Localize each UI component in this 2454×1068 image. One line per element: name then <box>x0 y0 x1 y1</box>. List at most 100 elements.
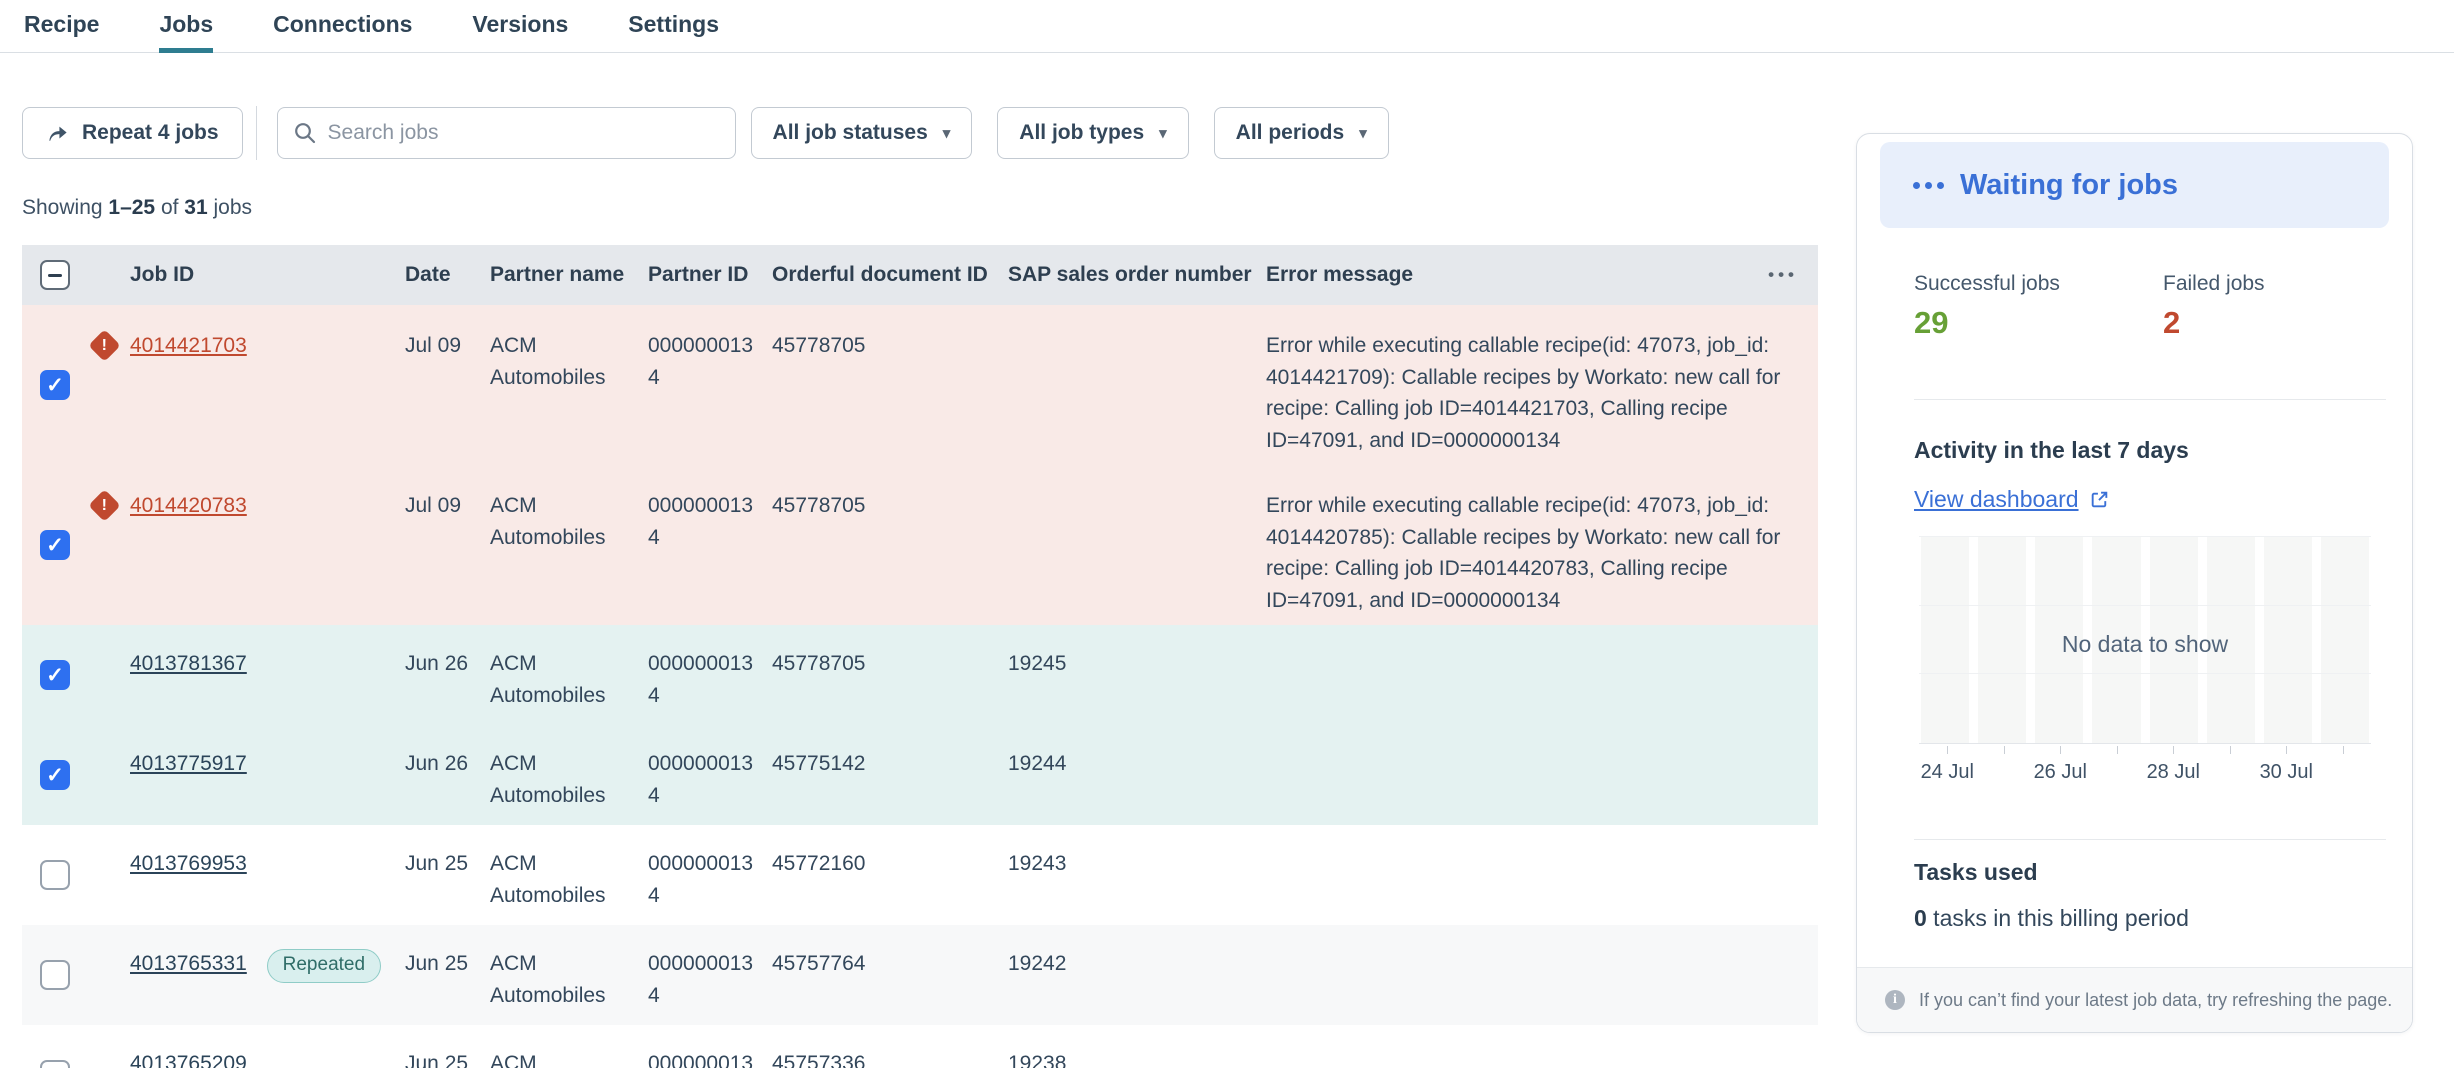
partner-name-cell: ACM Automobiles <box>490 465 648 625</box>
col-header-partner-name: Partner name <box>490 263 648 287</box>
failed-jobs-stat: Failed jobs 2 <box>2163 272 2412 341</box>
date-cell: Jun 26 <box>405 725 490 825</box>
search-input[interactable] <box>328 121 720 145</box>
activity-chart: No data to show <box>1919 536 2371 744</box>
date-cell: Jun 25 <box>405 825 490 925</box>
job-id-link[interactable]: 4013775917 <box>130 752 247 775</box>
date-cell: Jul 09 <box>405 465 490 625</box>
table-body: ! 4014421703 Jul 09 ACM Automobiles 0000… <box>22 305 1818 1068</box>
chart-x-label <box>2202 761 2259 784</box>
external-link-icon <box>2089 489 2110 510</box>
sap-order-number-cell: 19245 <box>1008 625 1266 725</box>
chart-x-label <box>2089 761 2146 784</box>
job-id-cell: ! 4013781367 <box>88 625 405 725</box>
tab-settings[interactable]: Settings <box>628 0 719 53</box>
chart-x-label: 24 Jul <box>1919 761 1976 784</box>
chart-x-label <box>1976 761 2033 784</box>
failed-jobs-label: Failed jobs <box>2163 272 2412 296</box>
orderful-document-id-cell: 45778705 <box>772 465 1008 625</box>
table-row: ! 4014420783 Jul 09 ACM Automobiles 0000… <box>22 465 1818 625</box>
repeat-jobs-button[interactable]: Repeat 4 jobs <box>22 107 243 159</box>
partner-id-cell: 0000000134 <box>648 925 772 1025</box>
job-summary-card: Waiting for jobs Successful jobs 29 Fail… <box>1856 133 2413 1033</box>
date-cell: Jun 26 <box>405 625 490 725</box>
chart-x-labels: 24 Jul26 Jul28 Jul30 Jul <box>1919 761 2371 784</box>
view-dashboard-link[interactable]: View dashboard <box>1914 486 2110 513</box>
row-checkbox[interactable] <box>40 860 70 890</box>
chart-x-axis <box>1919 743 2371 744</box>
sap-order-number-cell <box>1008 465 1266 625</box>
col-header-partner-id: Partner ID <box>648 263 772 287</box>
table-header-row: Job ID Date Partner name Partner ID Orde… <box>22 245 1818 305</box>
error-message-cell <box>1266 725 1818 825</box>
job-type-filter-label: All job types <box>1019 121 1144 145</box>
job-id-link[interactable]: 4013769953 <box>130 852 247 875</box>
repeated-badge: Repeated <box>267 949 381 983</box>
row-checkbox-cell <box>22 725 88 825</box>
column-options-button[interactable]: ••• <box>1768 245 1798 305</box>
orderful-document-id-cell: 45778705 <box>772 625 1008 725</box>
recipe-nav-tabs: Recipe Jobs Connections Versions Setting… <box>0 0 2454 53</box>
job-status-filter[interactable]: All job statuses ▾ <box>751 107 973 159</box>
tab-connections[interactable]: Connections <box>273 0 412 53</box>
chart-gridline <box>1919 673 2371 674</box>
chart-tick <box>2032 745 2089 755</box>
job-id-link[interactable]: 4013781367 <box>130 652 247 675</box>
row-checkbox-cell <box>22 305 88 465</box>
job-id-link[interactable]: 4013765209 <box>130 1052 247 1068</box>
partner-name-cell: ACM Automobiles <box>490 1025 648 1068</box>
repeat-arrow-icon <box>46 122 69 145</box>
tab-jobs[interactable]: Jobs <box>159 0 213 53</box>
orderful-document-id-cell: 45775142 <box>772 725 1008 825</box>
loading-dots-icon <box>1913 182 1944 189</box>
row-checkbox[interactable] <box>40 660 70 690</box>
tab-recipe[interactable]: Recipe <box>24 0 99 53</box>
sap-order-number-cell: 19238 <box>1008 1025 1266 1068</box>
results-total: 31 <box>184 196 207 219</box>
job-type-filter[interactable]: All job types ▾ <box>997 107 1188 159</box>
job-stats: Successful jobs 29 Failed jobs 2 <box>1914 272 2412 341</box>
results-count: Showing 1–25 of 31 jobs <box>22 196 252 220</box>
chevron-down-icon: ▾ <box>943 124 951 142</box>
failed-jobs-value: 2 <box>2163 305 2412 341</box>
tasks-used-title: Tasks used <box>1914 859 2038 886</box>
row-checkbox[interactable] <box>40 1060 70 1068</box>
job-id-cell: ! 4013775917 <box>88 725 405 825</box>
successful-jobs-label: Successful jobs <box>1914 272 2163 296</box>
chart-tick <box>2202 745 2259 755</box>
chevron-down-icon: ▾ <box>1159 124 1167 142</box>
row-checkbox[interactable] <box>40 760 70 790</box>
job-id-cell: ! 4014420783 <box>88 465 405 625</box>
row-checkbox[interactable] <box>40 960 70 990</box>
period-filter[interactable]: All periods ▾ <box>1214 107 1389 159</box>
tab-versions[interactable]: Versions <box>472 0 568 53</box>
chevron-down-icon: ▾ <box>1359 124 1367 142</box>
partner-id-cell: 0000000134 <box>648 305 772 465</box>
select-all-checkbox[interactable] <box>40 260 70 290</box>
job-id-cell: ! 4014421703 <box>88 305 405 465</box>
jobs-toolbar: Repeat 4 jobs All job statuses ▾ All job… <box>22 107 1389 159</box>
card-divider <box>1914 399 2386 400</box>
toolbar-divider <box>256 106 257 160</box>
tasks-used-line: 0 tasks in this billing period <box>1914 905 2189 932</box>
chart-tick <box>2315 745 2372 755</box>
error-message-cell: Error while executing callable recipe(id… <box>1266 305 1818 465</box>
successful-jobs-value: 29 <box>1914 305 2163 341</box>
col-header-date: Date <box>405 263 490 287</box>
search-icon <box>293 121 317 145</box>
job-id-link[interactable]: 4013765331 <box>130 952 247 975</box>
jobs-table: Job ID Date Partner name Partner ID Orde… <box>22 245 1818 1068</box>
chart-x-label: 28 Jul <box>2145 761 2202 784</box>
row-checkbox[interactable] <box>40 370 70 400</box>
partner-name-cell: ACM Automobiles <box>490 725 648 825</box>
job-status-filter-label: All job statuses <box>773 121 928 145</box>
chart-tick <box>2145 745 2202 755</box>
row-checkbox[interactable] <box>40 530 70 560</box>
period-filter-label: All periods <box>1236 121 1345 145</box>
refresh-hint-text: If you can’t find your latest job data, … <box>1919 990 2392 1011</box>
job-id-link[interactable]: 4014421703 <box>130 334 247 357</box>
job-id-cell: ! 4013765331 Repeated <box>88 925 405 1025</box>
job-id-link[interactable]: 4014420783 <box>130 494 247 517</box>
sap-order-number-cell <box>1008 305 1266 465</box>
partner-id-cell: 0000000134 <box>648 625 772 725</box>
